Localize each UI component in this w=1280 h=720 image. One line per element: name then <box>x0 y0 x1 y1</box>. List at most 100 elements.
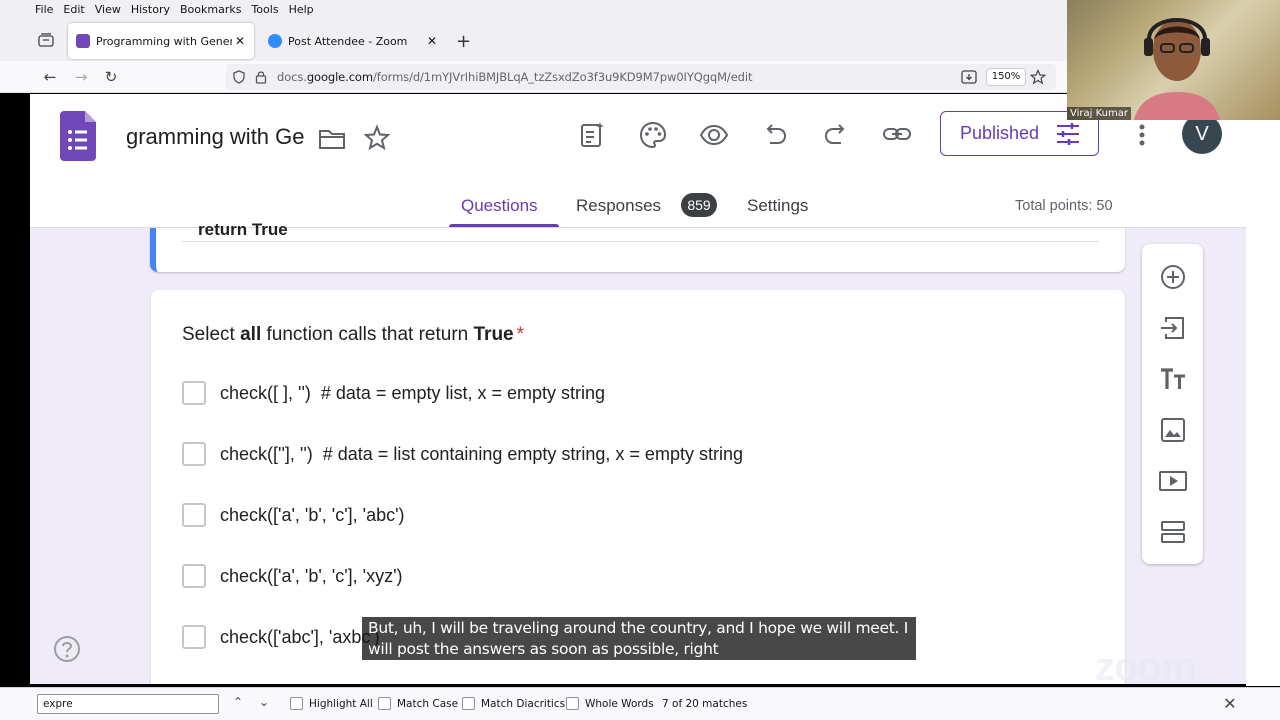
match-case-checkbox[interactable]: Match Case <box>378 697 458 710</box>
url-bar[interactable]: docs.google.com/forms/d/1mYJVrIhiBMJBLqA… <box>226 64 1056 90</box>
find-input[interactable] <box>37 694 219 714</box>
tab-questions[interactable]: Questions <box>461 196 538 216</box>
undo-icon[interactable] <box>760 120 790 150</box>
find-bar: ⌃ ⌄ Highlight All Match Case Match Diacr… <box>0 687 1280 720</box>
reload-icon[interactable]: ↻ <box>101 67 121 87</box>
link-icon[interactable] <box>882 120 912 150</box>
active-tab-indicator <box>449 224 559 227</box>
url-text: docs.google.com/forms/d/1mYJVrIhiBMJBLqA… <box>277 70 753 84</box>
form-title-input[interactable]: gramming with Ge <box>126 124 305 150</box>
person-silhouette-icon <box>1133 18 1221 120</box>
find-previous-icon[interactable]: ⌃ <box>230 695 246 711</box>
checkbox[interactable] <box>566 697 579 710</box>
checkbox[interactable] <box>182 564 206 588</box>
checkbox-option[interactable]: check([''], '') # data = list containing… <box>182 441 743 467</box>
responses-count-badge: 859 <box>681 193 717 217</box>
back-icon[interactable]: ← <box>40 67 60 87</box>
match-diacritics-checkbox[interactable]: Match Diacritics <box>462 697 565 710</box>
floating-toolbar <box>1142 244 1203 564</box>
save-to-pocket-icon[interactable] <box>961 69 977 85</box>
required-asterisk: * <box>516 324 525 345</box>
navigation-bar: ← → ↻ docs.google.com/forms/d/1mYJVrIhiB… <box>0 61 1067 93</box>
tune-sliders-icon <box>1057 123 1079 145</box>
checkbox[interactable] <box>182 442 206 466</box>
add-question-icon[interactable] <box>1158 262 1188 292</box>
option-label: check(['abc'], 'axbc') <box>220 626 380 647</box>
google-forms-logo-icon[interactable] <box>60 111 96 161</box>
checkbox[interactable] <box>182 625 206 649</box>
import-questions-icon[interactable] <box>1158 313 1188 343</box>
option-label: check([''], '') # data = list containing… <box>220 443 743 464</box>
participant-name: Viraj Kumar <box>1067 107 1131 120</box>
google-forms-page: gramming with Ge Published V Questions R… <box>30 94 1246 684</box>
checkbox[interactable] <box>378 697 391 710</box>
published-label: Published <box>960 123 1040 143</box>
tab-responses[interactable]: Responses <box>576 196 661 216</box>
zoom-level-badge[interactable]: 150% <box>986 68 1026 86</box>
option-label: check(['a', 'b', 'c'], 'xyz') <box>220 565 403 586</box>
menu-history[interactable]: History <box>131 3 170 16</box>
redo-icon[interactable] <box>821 120 851 150</box>
menu-help[interactable]: Help <box>289 3 314 16</box>
tab-bar: Programming with Generative A ✕ Post Att… <box>0 19 1067 61</box>
menu-bookmarks[interactable]: Bookmarks <box>180 3 241 16</box>
menu-file[interactable]: File <box>35 3 53 16</box>
tab-settings[interactable]: Settings <box>747 196 808 216</box>
close-icon[interactable]: ✕ <box>1221 694 1239 713</box>
browser-menubar: File Edit View History Bookmarks Tools H… <box>0 0 1067 19</box>
add-section-icon[interactable] <box>1158 517 1188 547</box>
highlight-all-checkbox[interactable]: Highlight All <box>290 697 373 710</box>
checkbox[interactable] <box>462 697 475 710</box>
option-label: check(['a', 'b', 'c'], 'abc') <box>220 504 405 525</box>
find-match-count: 7 of 20 matches <box>662 698 748 710</box>
total-points: Total points: 50 <box>1015 198 1113 214</box>
palette-icon[interactable] <box>638 120 668 150</box>
checkbox-option[interactable]: check([ ], '') # data = empty list, x = … <box>182 380 605 406</box>
question-title: Select all function calls that return Tr… <box>182 324 525 345</box>
folder-icon[interactable] <box>318 127 346 151</box>
forms-header: gramming with Ge Published V Questions R… <box>30 94 1246 228</box>
zoom-favicon-icon <box>268 34 282 48</box>
checkbox-option[interactable]: check(['abc'], 'axbc') <box>182 624 380 650</box>
preview-eye-icon[interactable] <box>699 120 729 150</box>
list-all-tabs-icon[interactable] <box>38 33 54 47</box>
forward-icon[interactable]: → <box>71 67 91 87</box>
closed-caption: But, uh, I will be traveling around the … <box>362 617 916 660</box>
menu-tools[interactable]: Tools <box>251 3 278 16</box>
add-title-icon[interactable] <box>1158 364 1188 394</box>
checkbox[interactable] <box>182 503 206 527</box>
zoom-watermark: zoom <box>1095 645 1196 689</box>
checkbox[interactable] <box>290 697 303 710</box>
lock-icon[interactable] <box>255 70 267 84</box>
close-tab-icon[interactable]: ✕ <box>232 34 248 48</box>
checkbox-option[interactable]: check(['a', 'b', 'c'], 'xyz') <box>182 563 403 589</box>
google-forms-favicon-icon <box>76 34 90 48</box>
quiz-ai-icon[interactable] <box>577 120 607 150</box>
avatar[interactable]: V <box>1182 114 1222 154</box>
help-icon[interactable] <box>52 634 82 664</box>
divider <box>182 241 1099 242</box>
new-tab-button[interactable]: + <box>456 31 471 52</box>
webcam-video <box>1067 0 1280 120</box>
menu-view[interactable]: View <box>95 3 121 16</box>
close-tab-icon[interactable]: ✕ <box>424 34 440 48</box>
checkbox[interactable] <box>182 381 206 405</box>
more-vert-icon[interactable] <box>1132 120 1152 150</box>
shield-icon[interactable] <box>232 70 246 84</box>
find-next-icon[interactable]: ⌄ <box>256 695 272 711</box>
tab-google-forms[interactable]: Programming with Generative A ✕ <box>68 23 254 59</box>
scroll-area <box>1246 120 1280 686</box>
checkbox-option[interactable]: check(['a', 'b', 'c'], 'abc') <box>182 502 405 528</box>
previous-card-text: return True <box>198 220 288 239</box>
tab-title: Post Attendee - Zoom <box>288 34 408 48</box>
add-video-icon[interactable] <box>1158 466 1188 496</box>
add-image-icon[interactable] <box>1158 415 1188 445</box>
previous-question-card[interactable]: return True <box>150 220 1125 272</box>
tab-zoom[interactable]: Post Attendee - Zoom ✕ <box>260 23 446 59</box>
whole-words-checkbox[interactable]: Whole Words <box>566 697 654 710</box>
bookmark-star-icon[interactable] <box>1030 69 1046 85</box>
option-label: check([ ], '') # data = empty list, x = … <box>220 382 606 403</box>
tab-title: Programming with Generative A <box>96 34 232 48</box>
star-icon[interactable] <box>363 124 391 152</box>
menu-edit[interactable]: Edit <box>63 3 84 16</box>
